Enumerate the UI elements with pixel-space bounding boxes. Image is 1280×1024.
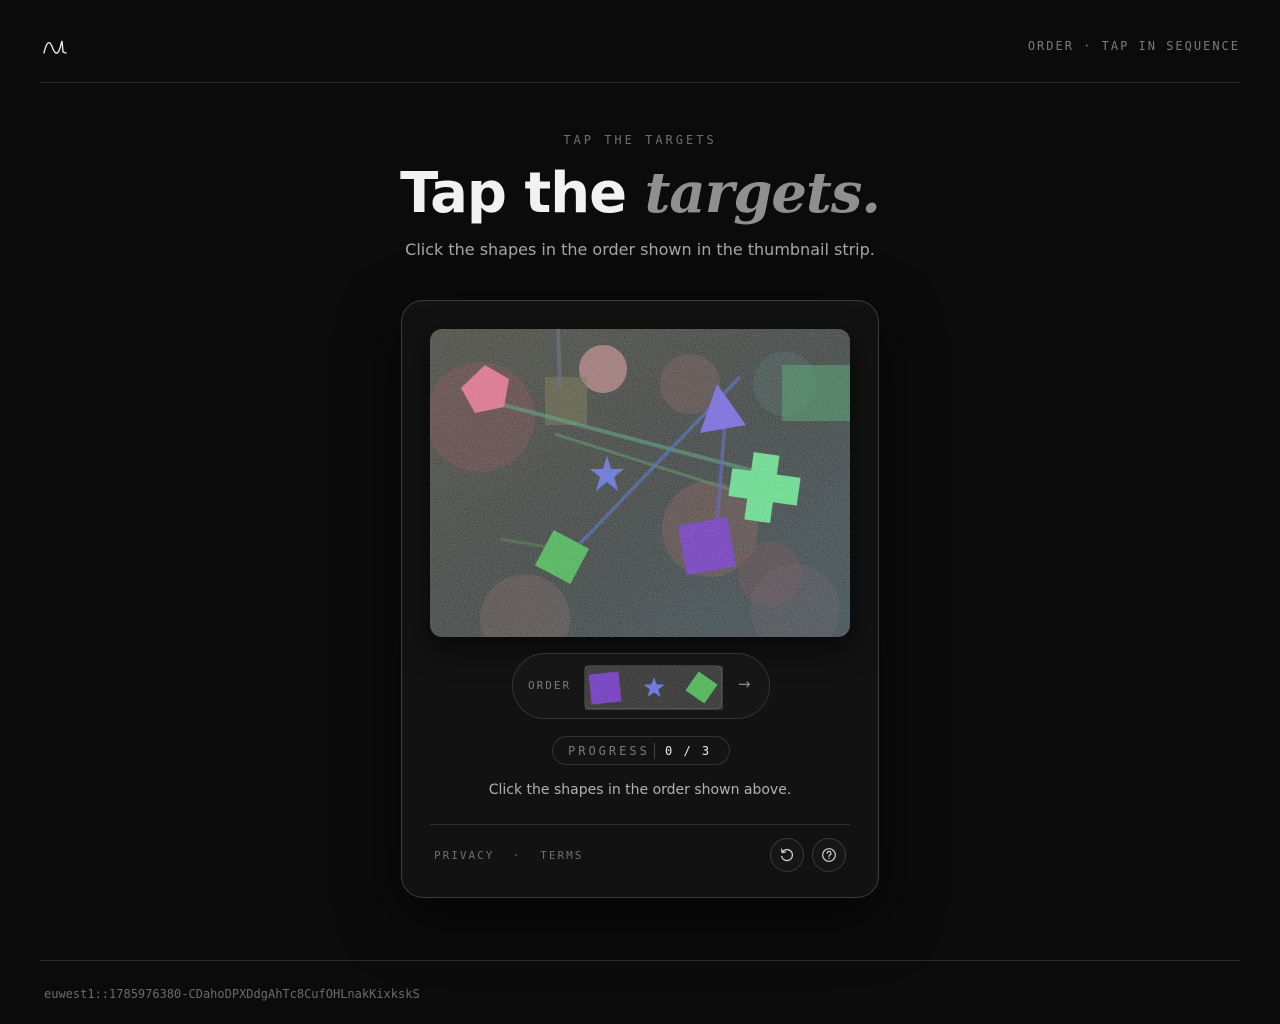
terms-link[interactable]: TERMS [540, 849, 583, 862]
progress-value: 0 / 3 [665, 744, 712, 758]
legal-links: PRIVACY · TERMS [434, 849, 583, 862]
progress-label: PROGRESS [568, 744, 650, 758]
order-label: ORDER [528, 679, 572, 692]
help-icon [822, 848, 836, 862]
wave-logo-icon [43, 40, 67, 54]
session-id: euwest1::1785976380-CDahoDPXDdgAhTc8CufO… [44, 987, 420, 1001]
arrow-right-icon: → [738, 675, 751, 693]
instruction-text: Click the shapes in the order shown abov… [488, 782, 792, 798]
page-title: Tap the targets. [0, 160, 1280, 227]
title-emphasis: targets. [644, 160, 881, 226]
noise-overlay [430, 329, 850, 637]
eyebrow-label: TAP THE TARGETS [563, 133, 717, 147]
order-strip: ORDER → [512, 653, 770, 719]
mode-label: ORDER · TAP IN SEQUENCE [1027, 39, 1240, 53]
progress-indicator: PROGRESS 0 / 3 [552, 736, 730, 765]
top-bar: ORDER · TAP IN SEQUENCE [40, 0, 1240, 83]
order-thumbnails [584, 665, 723, 710]
card-divider [430, 824, 850, 825]
challenge-card: ORDER → PROGRESS 0 / 3 Click the shapes … [401, 300, 879, 898]
title-plain: Tap the [400, 161, 627, 226]
refresh-icon [780, 848, 794, 862]
refresh-button[interactable] [770, 838, 804, 872]
progress-divider [654, 743, 655, 759]
legal-separator: · [512, 849, 522, 862]
challenge-canvas[interactable] [430, 329, 850, 637]
help-button[interactable] [812, 838, 846, 872]
page-subtitle: Click the shapes in the order shown in t… [405, 240, 875, 259]
footer-divider [40, 960, 1240, 961]
privacy-link[interactable]: PRIVACY [434, 849, 494, 862]
